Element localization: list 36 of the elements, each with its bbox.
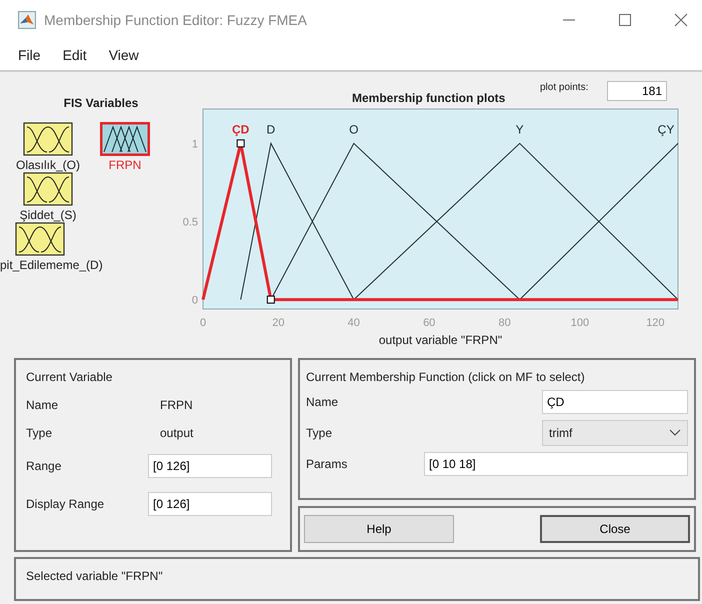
axis-tick-label: 120 — [646, 317, 665, 329]
axis-title: output variable "FRPN" — [378, 333, 502, 347]
field-label: Name — [26, 398, 60, 412]
curve-label: ÇY — [658, 122, 674, 136]
chart-title: Membership function plots — [352, 91, 506, 105]
axis-tick-label: 20 — [272, 317, 285, 329]
curve-label: D — [266, 122, 276, 136]
variable-label: Olasılık_(O) — [16, 158, 80, 172]
field-label: Name — [306, 395, 338, 409]
axis-tick-label: 60 — [423, 317, 436, 329]
field-label: Display Range — [26, 497, 106, 511]
field-label: Range — [26, 459, 62, 473]
curve-label: Y — [516, 122, 524, 136]
window-title: Membership Function Editor: Fuzzy FMEA — [44, 12, 307, 28]
variable-name: FRPN — [159, 398, 194, 412]
axis-tick-label: 0.5 — [182, 216, 198, 228]
panel-heading: Current Variable — [26, 370, 114, 384]
axis-tick-label: 1 — [192, 138, 198, 150]
variable-label: pit_Edilememe_(D) — [0, 258, 103, 272]
axis-tick-label: 80 — [498, 317, 511, 329]
panel-heading: Current Membership Function (click on MF to select) — [306, 370, 586, 384]
curve-label: O — [349, 122, 358, 136]
variable-label: Şiddet_(S) — [20, 208, 76, 222]
status-text: Selected variable "FRPN" — [26, 569, 163, 583]
variable-label: FRPN — [108, 158, 142, 172]
curve-label: ÇD — [232, 122, 250, 136]
axis-tick-label: 40 — [348, 317, 360, 329]
axis-tick-label: 0 — [192, 294, 198, 307]
variable-type: output — [159, 426, 194, 440]
field-label: Params — [306, 457, 348, 471]
axis-tick-label: 0 — [200, 317, 206, 329]
axis-tick-label: 100 — [570, 317, 590, 329]
plot-points-label: plot points: — [540, 82, 588, 93]
field-label: Type — [26, 426, 54, 440]
panel-heading: FIS Variables — [62, 96, 140, 110]
field-label: Type — [306, 426, 332, 440]
